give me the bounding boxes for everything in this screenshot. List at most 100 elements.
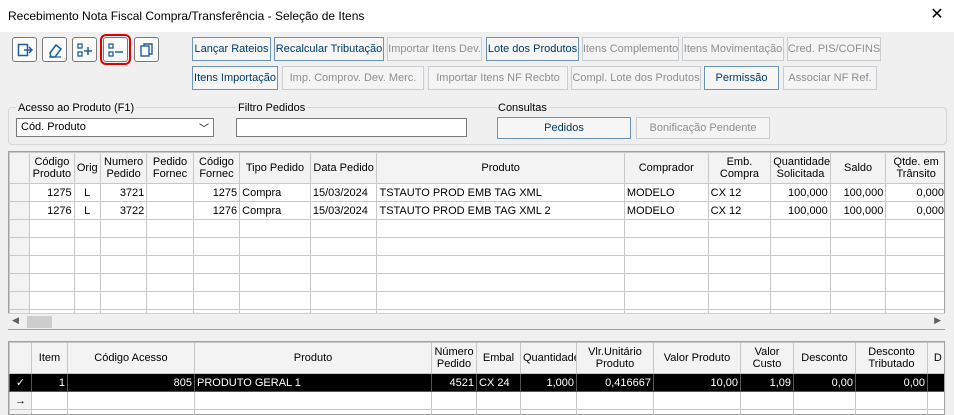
itens-movimentacao-button[interactable]: Itens Movimentação [682,37,784,61]
cell-desconto: 0,00 [793,373,856,392]
cell-qtde-transito: 0,000 [885,201,944,220]
cell-produto: PRODUTO GERAL 1 [194,373,432,392]
cell-valor-custo: 1,09 [740,373,794,392]
col-codigo-produto[interactable]: Código Produto [29,152,75,184]
itens-complemento-button[interactable]: Itens Complemento [582,37,679,61]
table-row [9,219,944,238]
recalcular-tributacao-button[interactable]: Recalcular Tributação [274,37,384,61]
col-pedido-fornec[interactable]: Pedido Fornec [146,152,194,184]
scroll-left-icon[interactable]: ◀ [12,315,19,326]
cell-saldo: 100,000 [829,183,887,202]
cell-embal: CX 24 [476,373,521,392]
cell-produto: TSTAUTO PROD EMB TAG XML 2 [376,201,625,220]
scroll-right-icon[interactable]: ▶ [934,315,941,326]
col-quantidade-solicitada[interactable]: Quantidade Solicitada [770,152,831,184]
col-saldo[interactable]: Saldo [829,152,887,184]
row-indicator-header [9,152,31,184]
associar-nf-ref-button[interactable]: Associar NF Ref. [783,66,877,90]
importar-itens-nf-recbto-button[interactable]: Importar Itens NF Recbto [428,66,568,90]
col-quantidade[interactable]: Quantidade [520,342,577,374]
add-item-button[interactable] [72,37,97,62]
cell-produto: TSTAUTO PROD EMB TAG XML [376,183,625,202]
col-qtde-transito[interactable]: Qtde. em Trânsito [885,152,944,184]
cell-emb-compra: CX 12 [707,201,772,220]
cell-codigo-fornec: 1275 [192,183,241,202]
col-valor-custo[interactable]: Valor Custo [740,342,794,374]
remove-item-icon [107,42,123,57]
copy-button[interactable] [134,37,159,62]
col-desconto-tributado[interactable]: Desconto Tributado [855,342,928,374]
pedidos-button[interactable]: Pedidos [497,117,631,139]
table-row-selected[interactable]: ✓ 1 805 PRODUTO GERAL 1 4521 CX 24 1,000… [9,373,944,392]
table-row[interactable]: 1276 L 3722 1276 Compra 15/03/2024 TSTAU… [9,201,944,220]
scrollbar-thumb[interactable] [27,316,52,328]
items-table: Item Código Acesso Produto Número Pedido… [9,342,944,414]
col-codigo-fornec[interactable]: Código Fornec [192,152,241,184]
acesso-produto-select[interactable]: Cód. Produto ﹀ [16,118,214,137]
chevron-down-icon: ﹀ [199,124,209,135]
exit-button[interactable] [12,37,37,62]
add-item-icon [76,42,92,57]
imp-comprov-dev-merc-button[interactable]: Imp. Comprov. Dev. Merc. [282,66,424,90]
row-indicator-header [9,342,32,374]
cell-data-pedido: 15/03/2024 [309,201,378,220]
col-vlr-unitario-produto[interactable]: Vlr.Unitário Produto [576,342,654,374]
table-row [9,237,944,256]
col-produto[interactable]: Produto [194,342,432,374]
cell-saldo: 100,000 [829,201,887,220]
acesso-produto-label: Acesso ao Produto (F1) [16,102,137,114]
cell-codigo-produto: 1275 [29,183,75,202]
col-comprador[interactable]: Comprador [623,152,709,184]
col-tipo-pedido[interactable]: Tipo Pedido [239,152,311,184]
col-orig[interactable]: Orig [73,152,101,184]
col-desconto[interactable]: Desconto [793,342,856,374]
col-data-pedido[interactable]: Data Pedido [309,152,378,184]
table-row [9,291,944,310]
table-row [9,255,944,274]
cell-pedido-fornec [146,183,194,202]
cell-data-pedido: 15/03/2024 [309,183,378,202]
itens-importacao-button[interactable]: Itens Importação [192,66,278,90]
window-title: Recebimento Nota Fiscal Compra/Transferê… [8,9,365,23]
cell-desconto-tributado: 0,00 [855,373,928,392]
cell-numero-pedido: 4521 [431,373,477,392]
clear-button[interactable] [42,37,67,62]
col-item[interactable]: Item [31,342,68,374]
col-emb-compra[interactable]: Emb. Compra [707,152,772,184]
col-numero-pedido[interactable]: Número Pedido [431,342,477,374]
cell-vlr-unitario: 0,416667 [576,373,654,392]
orders-horizontal-scrollbar[interactable]: ◀ ▶ [8,313,945,329]
cell-codigo-acesso: 805 [67,373,195,392]
cell-comprador: MODELO [623,183,709,202]
remove-item-button[interactable] [100,34,131,65]
bonificacao-pendente-button[interactable]: Bonificação Pendente [636,117,770,139]
col-produto[interactable]: Produto [376,152,625,184]
cell-orig: L [73,201,101,220]
compl-lote-dos-produtos-button[interactable]: Compl. Lote dos Produtos [571,66,701,90]
table-row-new[interactable]: → [9,391,944,410]
orders-table: Código Produto Orig Numero Pedido Pedido… [9,152,944,328]
filtro-pedidos-label: Filtro Pedidos [236,102,308,114]
col-valor-produto[interactable]: Valor Produto [653,342,741,374]
row-check-icon: ✓ [9,373,32,392]
orders-grid: Código Produto Orig Numero Pedido Pedido… [8,151,945,330]
cell-quantidade: 1,000 [520,373,577,392]
col-ds[interactable]: D S [927,342,944,374]
close-icon[interactable]: ✕ [926,5,948,25]
col-embal[interactable]: Embal [476,342,521,374]
copy-icon [139,42,153,57]
lancar-rateios-button[interactable]: Lançar Rateios [192,37,271,61]
filtro-pedidos-input[interactable] [236,118,467,137]
cell-orig: L [73,183,101,202]
lote-dos-produtos-button[interactable]: Lote dos Produtos [486,37,579,61]
col-numero-pedido[interactable]: Numero Pedido [99,152,148,184]
col-codigo-acesso[interactable]: Código Acesso [67,342,195,374]
cell-numero-pedido: 3722 [99,201,148,220]
importar-itens-dev-button[interactable]: Importar Itens Dev. [387,37,482,61]
items-grid: Item Código Acesso Produto Número Pedido… [8,341,945,415]
table-row[interactable]: 1275 L 3721 1275 Compra 15/03/2024 TSTAU… [9,183,944,202]
permissao-button[interactable]: Permissão [704,66,779,90]
consultas-label: Consultas [496,102,549,114]
cred-pis-cofins-button[interactable]: Cred. PIS/COFINS [787,37,881,61]
cell-ds [927,373,944,392]
